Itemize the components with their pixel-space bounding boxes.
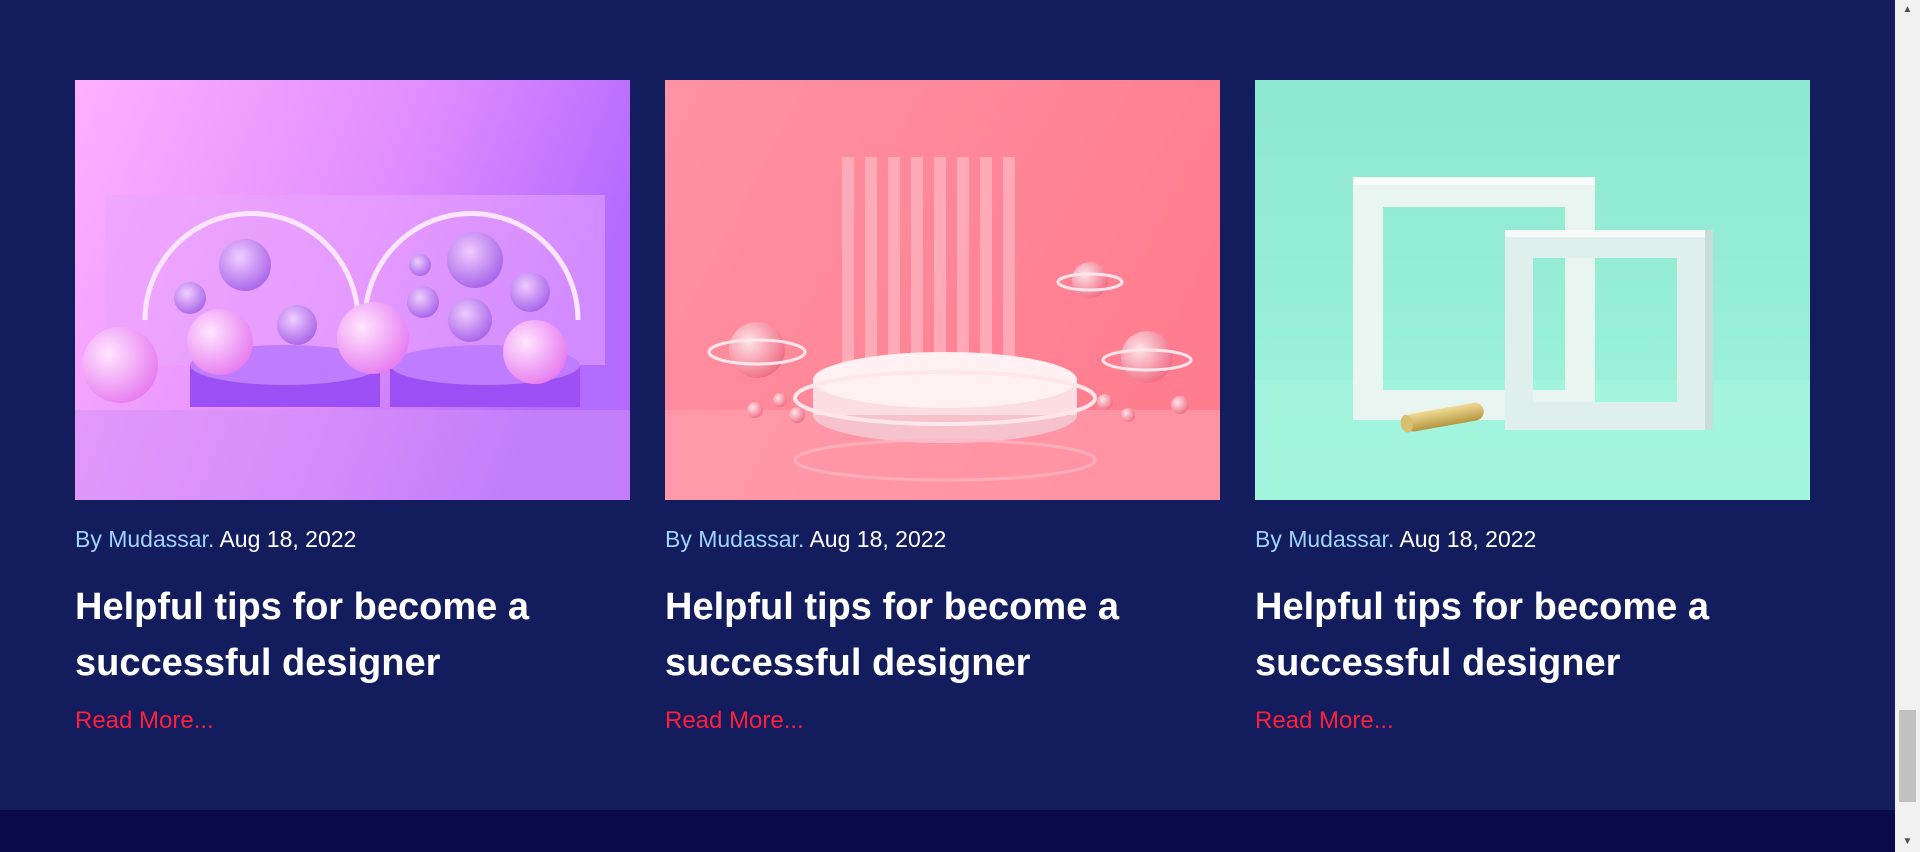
read-more-link[interactable]: Read More...: [75, 707, 214, 735]
read-more-link[interactable]: Read More...: [665, 707, 804, 735]
scroll-down-arrow-icon[interactable]: ▼: [1895, 832, 1920, 852]
scrollbar-thumb[interactable]: [1899, 710, 1916, 802]
post-card: By Mudassar. Aug 18, 2022 Helpful tips f…: [1255, 80, 1810, 735]
post-meta: By Mudassar. Aug 18, 2022: [1255, 525, 1810, 553]
post-date: Aug 18, 2022: [1399, 526, 1537, 552]
post-date: Aug 18, 2022: [219, 526, 357, 552]
post-thumbnail-image[interactable]: [1255, 80, 1810, 500]
by-label: By: [665, 526, 699, 552]
scroll-up-arrow-icon[interactable]: ▲: [1895, 0, 1920, 20]
read-more-link[interactable]: Read More...: [1255, 707, 1394, 735]
blog-section: By Mudassar. Aug 18, 2022 Helpful tips f…: [0, 0, 1895, 810]
post-meta: By Mudassar. Aug 18, 2022: [75, 525, 630, 553]
author-link[interactable]: Mudassar.: [698, 526, 809, 552]
post-meta: By Mudassar. Aug 18, 2022: [665, 525, 1220, 553]
author-link[interactable]: Mudassar.: [1288, 526, 1399, 552]
author-link[interactable]: Mudassar.: [108, 526, 219, 552]
footer: [0, 810, 1895, 852]
post-date: Aug 18, 2022: [809, 526, 947, 552]
by-label: By: [1255, 526, 1289, 552]
post-card: By Mudassar. Aug 18, 2022 Helpful tips f…: [665, 80, 1220, 735]
post-cards: By Mudassar. Aug 18, 2022 Helpful tips f…: [75, 80, 1810, 735]
post-thumbnail-image[interactable]: [665, 80, 1220, 500]
by-label: By: [75, 526, 109, 552]
post-title[interactable]: Helpful tips for become a successful des…: [1255, 579, 1810, 691]
post-thumbnail-image[interactable]: [75, 80, 630, 500]
post-title[interactable]: Helpful tips for become a successful des…: [75, 579, 630, 691]
vertical-scrollbar[interactable]: ▲ ▼: [1895, 0, 1920, 852]
post-card: By Mudassar. Aug 18, 2022 Helpful tips f…: [75, 80, 630, 735]
post-title[interactable]: Helpful tips for become a successful des…: [665, 579, 1220, 691]
page: By Mudassar. Aug 18, 2022 Helpful tips f…: [0, 0, 1920, 852]
